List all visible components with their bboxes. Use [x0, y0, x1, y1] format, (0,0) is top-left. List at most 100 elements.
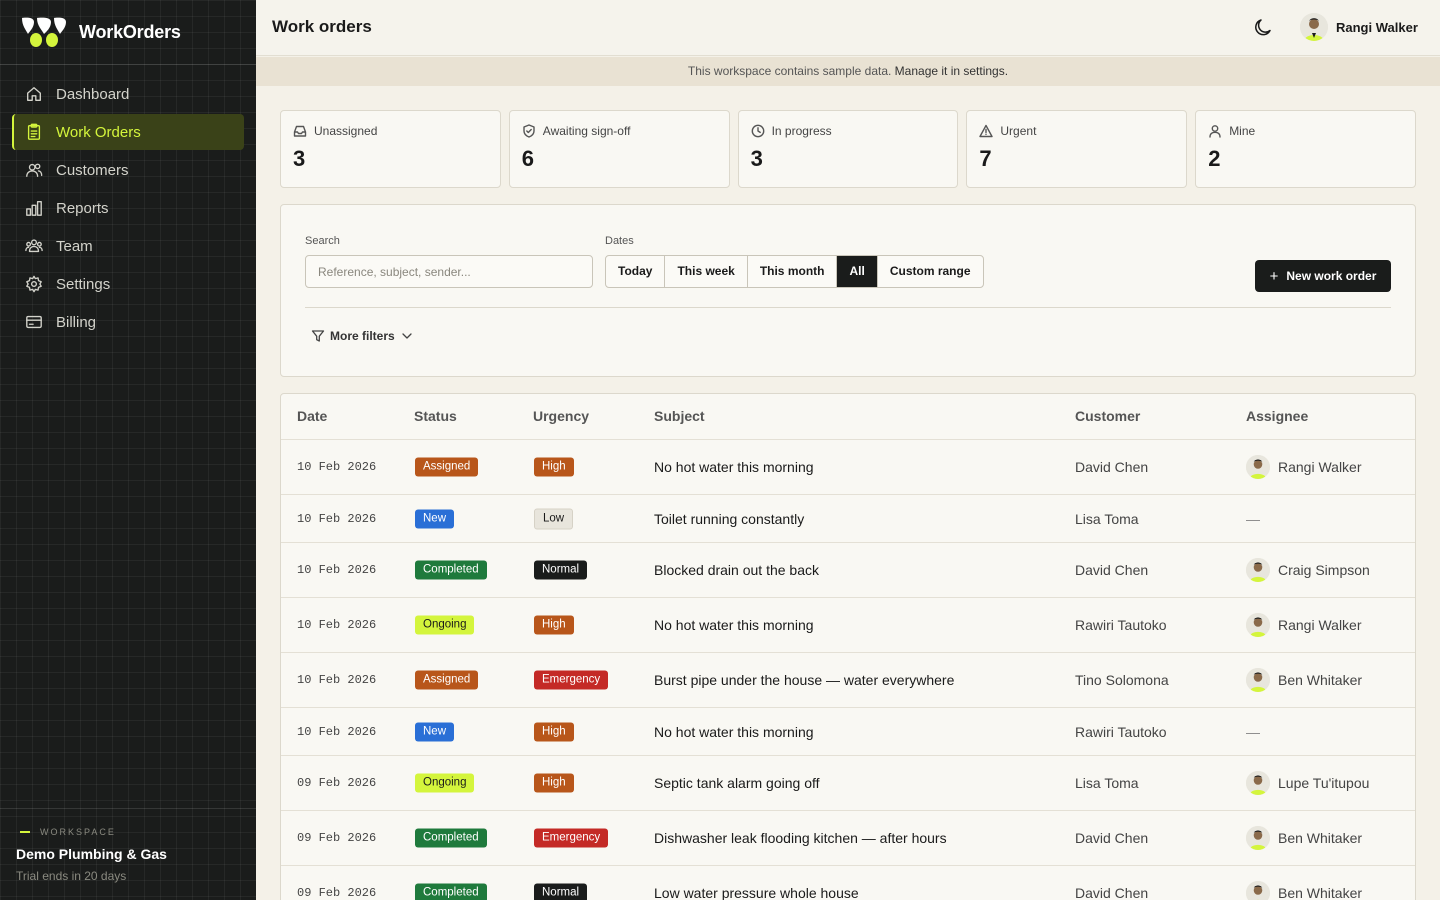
sidebar-item-label: Customers	[56, 161, 129, 179]
sidebar-item-team[interactable]: Team	[12, 228, 244, 264]
stat-card-awaiting-sign-off[interactable]: Awaiting sign-off 6	[508, 110, 730, 188]
column-header-customer[interactable]: Customer	[1075, 408, 1140, 424]
sample-data-banner: This workspace contains sample data. Man…	[256, 57, 1440, 86]
cell-customer[interactable]: David Chen	[1075, 562, 1148, 578]
cell-customer[interactable]: David Chen	[1075, 459, 1148, 475]
date-option-custom-range[interactable]: Custom range	[878, 256, 983, 287]
divider	[305, 307, 1391, 308]
bar-chart-icon	[24, 198, 44, 218]
table-row[interactable]: 10 Feb 2026 New Low Toilet running constant…	[281, 495, 1415, 543]
table-row[interactable]: 09 Feb 2026 Ongoing High Septic tank alarm …	[281, 756, 1415, 811]
stat-card-in-progress[interactable]: In progress 3	[737, 110, 959, 188]
cell-customer[interactable]: Rawiri Tautoko	[1075, 617, 1167, 633]
stat-value: 2	[1208, 146, 1221, 171]
cell-subject[interactable]: No hot water this morning	[654, 724, 814, 740]
cell-customer[interactable]: Lisa Toma	[1075, 511, 1139, 527]
stat-card-mine[interactable]: Mine 2	[1195, 110, 1416, 188]
more-filters-label: More filters	[330, 329, 395, 343]
assignee-name: Craig Simpson	[1278, 562, 1370, 578]
plus-icon: +	[1269, 267, 1279, 285]
trial-notice: Trial ends in 20 days	[16, 869, 127, 883]
table-row[interactable]: 10 Feb 2026 Ongoing High No hot water this …	[281, 598, 1415, 653]
stat-card-unassigned[interactable]: Unassigned 3	[280, 110, 501, 188]
cell-assignee: Lupe Tu'itupou	[1246, 771, 1369, 795]
date-option-this-week[interactable]: This week	[665, 256, 748, 287]
cell-subject[interactable]: Burst pipe under the house — water every…	[654, 672, 954, 688]
search-input[interactable]	[305, 255, 593, 288]
divider	[0, 808, 256, 809]
inbox-icon	[293, 125, 307, 137]
column-header-assignee[interactable]: Assignee	[1246, 408, 1308, 424]
date-option-all[interactable]: All	[837, 256, 878, 287]
table-row[interactable]: 10 Feb 2026 Assigned Emergency Burst pipe u…	[281, 653, 1415, 708]
sidebar-item-label: Settings	[56, 275, 111, 293]
cell-date: 10 Feb 2026	[297, 618, 377, 632]
avatar	[1300, 13, 1328, 41]
filters-panel: Search Dates Today This week This month …	[280, 204, 1416, 377]
cell-subject[interactable]: Septic tank alarm going off	[654, 775, 820, 791]
table-row[interactable]: 10 Feb 2026 Completed Normal Blocked drain …	[281, 543, 1415, 598]
moon-icon[interactable]	[1252, 17, 1274, 39]
status-badge: Completed	[415, 828, 487, 848]
shield-check-icon	[523, 124, 535, 138]
brand[interactable]: WorkOrders	[20, 16, 181, 48]
more-filters-toggle[interactable]: More filters	[311, 329, 413, 343]
clipboard-icon	[24, 122, 44, 142]
status-badge: Ongoing	[415, 773, 475, 793]
cell-subject[interactable]: No hot water this morning	[654, 617, 814, 633]
status-badge: Ongoing	[415, 615, 475, 635]
cell-customer[interactable]: David Chen	[1075, 830, 1148, 846]
users-icon	[24, 160, 44, 180]
date-option-today[interactable]: Today	[606, 256, 666, 287]
stat-card-urgent[interactable]: Urgent 7	[966, 110, 1188, 188]
cell-assignee: Ben Whitaker	[1246, 668, 1362, 692]
table-row[interactable]: 10 Feb 2026 Assigned High No hot water this…	[281, 440, 1415, 495]
manage-settings-link[interactable]: Manage it in settings.	[895, 64, 1008, 78]
sidebar-item-billing[interactable]: Billing	[12, 304, 244, 340]
table-row[interactable]: 09 Feb 2026 Completed Emergency Dishwasher …	[281, 811, 1415, 866]
cell-customer[interactable]: Rawiri Tautoko	[1075, 724, 1167, 740]
urgency-badge: High	[534, 457, 574, 477]
stat-label: Unassigned	[314, 124, 378, 138]
avatar	[1246, 881, 1278, 900]
sidebar-item-work-orders[interactable]: Work Orders	[12, 114, 244, 150]
cell-customer[interactable]: Tino Solomona	[1075, 672, 1169, 688]
sidebar-item-settings[interactable]: Settings	[12, 266, 244, 302]
work-orders-table: Date Status Urgency Subject Customer Ass…	[280, 393, 1416, 900]
table-row[interactable]: 09 Feb 2026 Completed Normal Low water pres…	[281, 866, 1415, 900]
app-name: WorkOrders	[79, 21, 181, 42]
cell-assignee: —	[1246, 724, 1260, 740]
cell-subject[interactable]: Dishwasher leak flooding kitchen — after…	[654, 830, 947, 846]
cell-date: 09 Feb 2026	[297, 776, 377, 790]
new-work-order-button[interactable]: + New work order	[1255, 260, 1391, 292]
column-header-subject[interactable]: Subject	[654, 408, 705, 424]
urgency-badge: Low	[534, 508, 574, 529]
sidebar-item-reports[interactable]: Reports	[12, 190, 244, 226]
cell-customer[interactable]: Lisa Toma	[1075, 775, 1139, 791]
column-header-urgency[interactable]: Urgency	[533, 408, 589, 424]
stat-label: Urgent	[1000, 124, 1037, 138]
assignee-name: Ben Whitaker	[1278, 830, 1363, 846]
workspace-name[interactable]: Demo Plumbing & Gas	[16, 846, 167, 862]
column-header-status[interactable]: Status	[414, 408, 457, 424]
warning-icon	[979, 124, 994, 138]
date-range-selector: Today This week This month All Custom ra…	[605, 255, 984, 288]
sidebar-item-label: Work Orders	[56, 123, 141, 141]
table-row[interactable]: 10 Feb 2026 New High No hot water this morn…	[281, 708, 1415, 756]
cell-subject[interactable]: No hot water this morning	[654, 459, 814, 475]
sidebar-item-dashboard[interactable]: Dashboard	[12, 76, 244, 112]
chevron-down-icon	[402, 333, 412, 339]
home-icon	[24, 84, 44, 104]
cell-subject[interactable]: Toilet running constantly	[654, 511, 804, 527]
cell-assignee: Ben Whitaker	[1246, 881, 1362, 900]
cell-assignee: Ben Whitaker	[1246, 826, 1362, 850]
assignee-name: Rangi Walker	[1278, 459, 1362, 475]
user-menu[interactable]: Rangi Walker	[1300, 13, 1418, 41]
sidebar-item-customers[interactable]: Customers	[12, 152, 244, 188]
column-header-date[interactable]: Date	[297, 408, 327, 424]
cell-customer[interactable]: David Chen	[1075, 885, 1148, 900]
cell-subject[interactable]: Low water pressure whole house	[654, 885, 859, 900]
assignee-name: Lupe Tu'itupou	[1278, 775, 1370, 791]
date-option-this-month[interactable]: This month	[748, 256, 838, 287]
cell-subject[interactable]: Blocked drain out the back	[654, 562, 819, 578]
